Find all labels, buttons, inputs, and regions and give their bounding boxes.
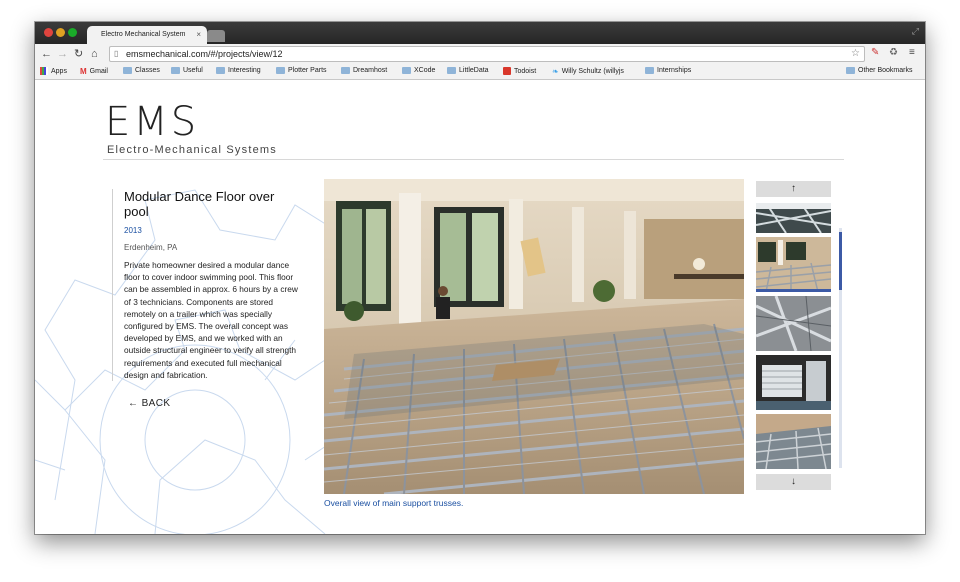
bookmark-label: Gmail <box>89 68 108 75</box>
menu-icon[interactable]: ≡ <box>909 47 915 58</box>
zoom-window-button[interactable] <box>68 28 77 37</box>
folder-icon <box>447 67 456 74</box>
thumbnail[interactable] <box>756 414 831 469</box>
address-bar[interactable]: ▯ emsmechanical.com/#/projects/view/12 ☆ <box>109 46 865 62</box>
page-icon: ▯ <box>114 49 119 58</box>
bookmark-classes[interactable]: Classes <box>123 67 160 74</box>
twitter-bird-icon: ❧ <box>552 67 559 76</box>
bookmark-plotter-parts[interactable]: Plotter Parts <box>276 67 327 74</box>
bookmark-apps[interactable]: Apps <box>40 67 67 75</box>
back-arrow-icon[interactable]: ← <box>41 47 52 61</box>
folder-icon <box>276 67 285 74</box>
extension-icon[interactable]: ✎ <box>871 47 879 58</box>
thumbnail-selected[interactable] <box>756 237 831 292</box>
main-project-photo[interactable] <box>324 179 744 494</box>
thumbnail[interactable] <box>756 203 831 233</box>
folder-icon <box>402 67 411 74</box>
back-link[interactable]: ← BACK <box>128 398 170 409</box>
thumbnail-strip: ↑ <box>756 181 831 469</box>
close-window-button[interactable] <box>44 28 53 37</box>
project-info: Modular Dance Floor over pool 2013 Erden… <box>112 189 302 382</box>
minimize-window-button[interactable] <box>56 28 65 37</box>
folder-icon <box>846 67 855 74</box>
bookmark-star-icon[interactable]: ☆ <box>851 48 860 59</box>
url-text: emsmechanical.com/#/projects/view/12 <box>126 49 283 59</box>
bookmark-other[interactable]: Other Bookmarks <box>846 67 912 74</box>
bookmark-label: Dreamhost <box>353 67 388 74</box>
apps-grid-icon <box>40 67 48 75</box>
thumbnails-up-button[interactable]: ↑ <box>756 181 831 197</box>
recycle-extension-icon[interactable]: ♻ <box>889 47 898 58</box>
bookmark-xcode[interactable]: XCode <box>402 67 435 74</box>
bookmark-label: Internships <box>657 67 692 74</box>
bookmark-interesting[interactable]: Interesting <box>216 67 261 74</box>
todoist-icon <box>503 67 511 75</box>
header-divider <box>103 159 844 160</box>
project-location: Erdenheim, PA <box>124 243 178 252</box>
project-title: Modular Dance Floor over pool <box>124 189 275 219</box>
browser-tab[interactable]: Electro Mechanical System × <box>87 26 207 44</box>
bookmark-label: LittleData <box>459 67 489 74</box>
tab-bar: Electro Mechanical System × ⤢ <box>35 22 925 44</box>
bookmark-label: Other Bookmarks <box>858 67 913 74</box>
fullscreen-icon[interactable]: ⤢ <box>912 26 919 37</box>
thumbnail[interactable] <box>756 355 831 410</box>
browser-window: Electro Mechanical System × ⤢ ← → ↻ ⌂ ▯ … <box>35 22 925 534</box>
reload-icon[interactable]: ↻ <box>74 47 83 61</box>
bookmark-label: Todoist <box>514 67 537 75</box>
site-logo[interactable]: EMS <box>105 99 199 145</box>
bookmark-gmail[interactable]: M Gmail <box>80 67 108 76</box>
site-tagline: Electro-Mechanical Systems <box>107 144 277 156</box>
bookmark-label: Classes <box>135 67 160 74</box>
bookmark-dreamhost[interactable]: Dreamhost <box>341 67 387 74</box>
new-tab-button[interactable] <box>207 30 225 42</box>
bookmark-label: Plotter Parts <box>288 67 327 74</box>
folder-icon <box>341 67 350 74</box>
project-year[interactable]: 2013 <box>124 226 302 235</box>
tab-close-icon[interactable]: × <box>196 30 201 39</box>
bookmark-label: XCode <box>414 67 436 74</box>
browser-toolbar: ← → ↻ ⌂ ▯ emsmechanical.com/#/projects/v… <box>35 44 925 64</box>
home-icon[interactable]: ⌂ <box>91 47 98 61</box>
bookmark-twitter[interactable]: ❧ Willy Schultz (willyjs <box>552 67 624 76</box>
tab-title: Electro Mechanical System <box>101 31 186 38</box>
bookmark-label: Apps <box>51 67 67 75</box>
folder-icon <box>171 67 180 74</box>
folder-icon <box>123 67 132 74</box>
bookmark-label: Useful <box>183 67 203 74</box>
bookmark-todoist[interactable]: Todoist <box>503 67 536 75</box>
folder-icon <box>645 67 654 74</box>
gmail-icon: M <box>80 67 87 76</box>
thumbnails-down-button[interactable]: ↓ <box>756 474 831 490</box>
forward-arrow-icon[interactable]: → <box>57 47 68 61</box>
folder-icon <box>216 67 225 74</box>
thumbnail-scroll-thumb[interactable] <box>839 232 842 290</box>
project-description: Private homeowner desired a modular danc… <box>124 260 298 380</box>
bookmark-label: Interesting <box>228 67 261 74</box>
photo-caption: Overall view of main support trusses. <box>324 498 464 508</box>
bookmark-useful[interactable]: Useful <box>171 67 203 74</box>
page-content: EMS Electro-Mechanical Systems Modular D… <box>35 80 925 534</box>
bookmark-label: Willy Schultz (willyjs <box>561 68 624 75</box>
bookmark-littledata[interactable]: LittleData <box>447 67 489 74</box>
thumbnail[interactable] <box>756 296 831 351</box>
bookmarks-bar: Apps M Gmail Classes Useful Interesting … <box>35 64 925 80</box>
bookmark-internships[interactable]: Internships <box>645 67 691 74</box>
